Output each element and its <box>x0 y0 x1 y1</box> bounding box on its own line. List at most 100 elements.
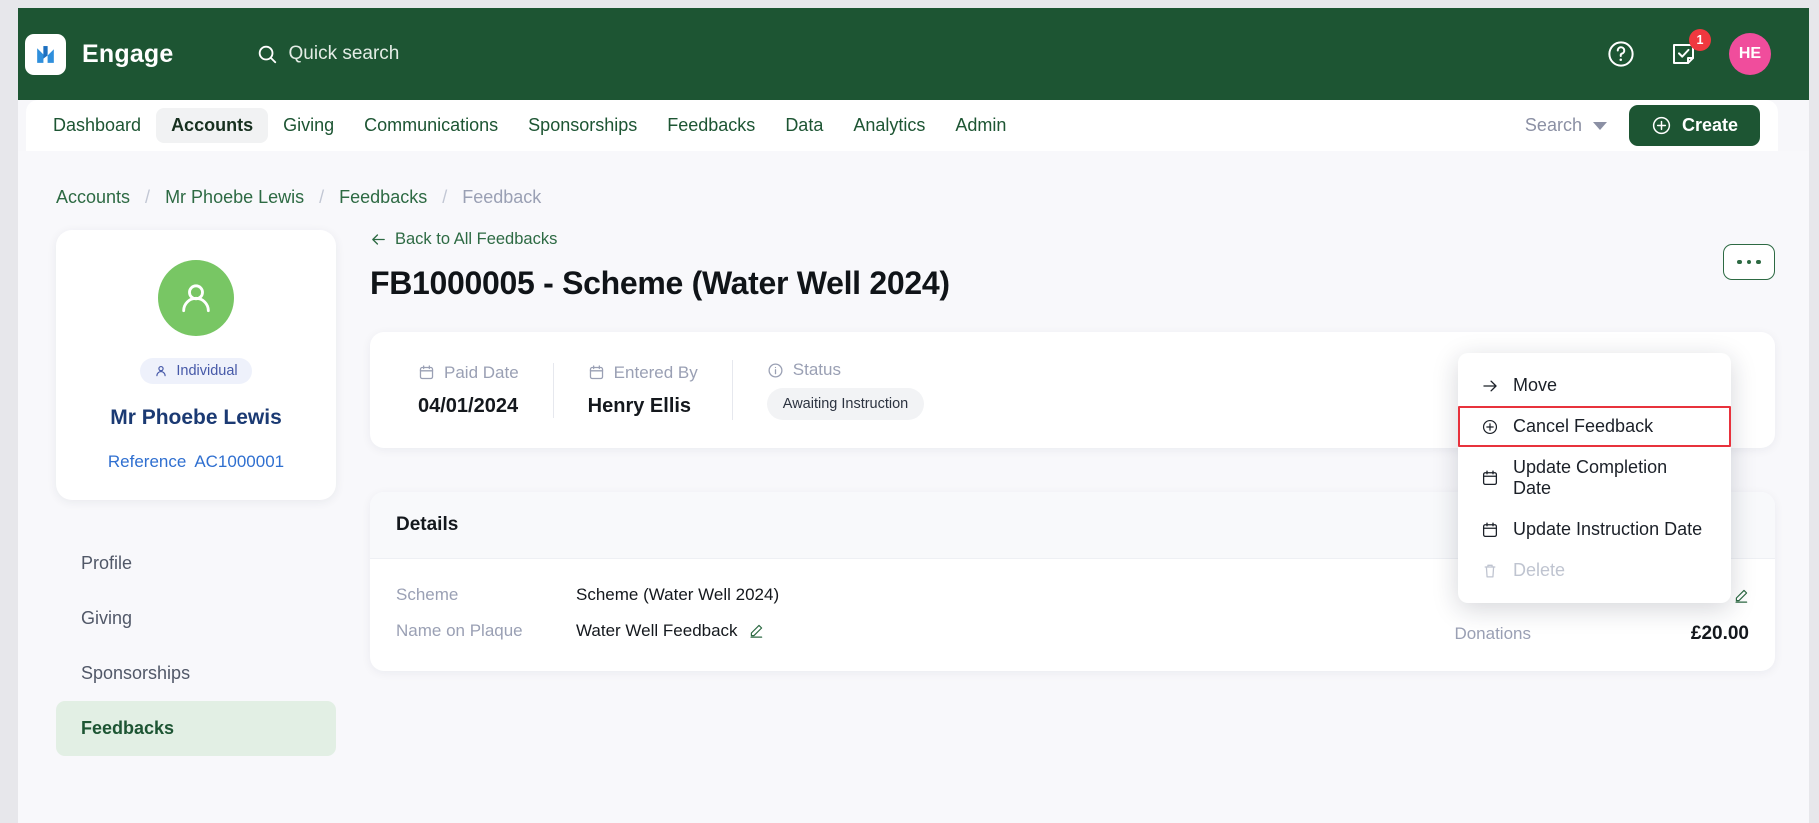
breadcrumb: Accounts / Mr Phoebe Lewis / Feedbacks /… <box>18 151 1809 208</box>
page-title: FB1000005 - Scheme (Water Well 2024) <box>370 265 950 301</box>
more-dot-icon <box>1756 259 1761 265</box>
nav-item-admin[interactable]: Admin <box>940 108 1021 143</box>
page-header-left: Back to All Feedbacks FB1000005 - Scheme… <box>370 230 950 302</box>
account-side-menu: Profile Giving Sponsorships Feedbacks <box>56 536 336 756</box>
arrow-left-icon <box>370 231 387 248</box>
pencil-edit-icon[interactable] <box>1733 588 1749 604</box>
nav-item-accounts[interactable]: Accounts <box>156 108 269 143</box>
reference-value: AC1000001 <box>194 452 285 471</box>
breadcrumb-item-accounts[interactable]: Accounts <box>56 187 130 208</box>
details-left-list: Scheme Scheme (Water Well 2024) Name on … <box>396 585 1073 661</box>
chevron-down-icon <box>1592 121 1607 130</box>
menu-item-delete: Delete <box>1458 550 1731 591</box>
scheme-value-text: Scheme (Water Well 2024) <box>576 585 780 604</box>
menu-item-cancel-feedback[interactable]: Cancel Feedback <box>1458 406 1731 447</box>
scheme-value: Scheme (Water Well 2024) <box>576 585 779 605</box>
info-block-entered-by: Entered By Henry Ellis <box>552 362 732 418</box>
quick-search-input[interactable]: Quick search <box>256 43 400 65</box>
search-dropdown-label: Search <box>1524 115 1582 135</box>
entered-by-label: Entered By <box>613 362 698 382</box>
menu-item-cancel-feedback-label: Cancel Feedback <box>1513 416 1654 436</box>
paid-date-label-row: Paid Date <box>418 363 519 383</box>
trash-icon <box>1480 561 1499 580</box>
plus-circle-icon <box>1651 115 1672 136</box>
menu-item-update-completion-date-label: Update Completion Date <box>1513 457 1668 498</box>
entered-by-value: Henry Ellis <box>587 394 692 417</box>
search-dropdown[interactable]: Search <box>1525 115 1607 136</box>
sidebar-item-feedbacks[interactable]: Feedbacks <box>56 701 336 756</box>
task-note-icon[interactable]: 1 <box>1666 29 1711 72</box>
reference-label: Reference <box>107 452 187 471</box>
quick-search-placeholder: Quick search <box>288 43 400 64</box>
more-dot-icon <box>1746 259 1752 265</box>
breadcrumb-item-person[interactable]: Mr Phoebe Lewis <box>165 187 304 208</box>
status-badge: Awaiting Instruction <box>766 388 925 420</box>
nav-item-communications[interactable]: Communications <box>349 108 513 143</box>
breadcrumb-separator: / <box>145 187 151 207</box>
more-options-menu: Move Cancel Feedback Update Completion D… <box>1458 353 1731 603</box>
sidebar-item-profile[interactable]: Profile <box>56 536 336 591</box>
create-button[interactable]: Create <box>1628 105 1760 146</box>
entered-by-label-row: Entered By <box>588 363 698 383</box>
person-icon <box>154 364 168 378</box>
person-name[interactable]: Mr Phoebe Lewis <box>76 406 316 430</box>
main-navbar: Dashboard Accounts Giving Communications… <box>26 100 1778 151</box>
menu-item-move[interactable]: Move <box>1458 365 1731 406</box>
name-on-plaque-value: Water Well Feedback <box>576 621 764 641</box>
sidebar-item-sponsorships[interactable]: Sponsorships <box>56 646 336 701</box>
donations-key: Donations <box>1454 624 1531 643</box>
left-sidebar: Individual Mr Phoebe Lewis Reference AC10… <box>56 230 336 756</box>
app-viewport: Engage Quick search 1 HE Dashboard Accou… <box>0 0 1819 823</box>
info-block-paid-date: Paid Date 04/01/2024 <box>418 363 553 418</box>
plus-circle-icon <box>1480 417 1499 436</box>
paid-date-label: Paid Date <box>444 362 519 382</box>
donations-value: £20.00 <box>1641 623 1749 645</box>
calendar-icon <box>1480 469 1499 488</box>
name-on-plaque-value-text: Water Well Feedback <box>576 621 738 640</box>
arrow-right-icon <box>1480 376 1499 395</box>
window-edge-top <box>0 0 1819 8</box>
user-avatar[interactable]: HE <box>1729 33 1771 75</box>
brand-title: Engage <box>82 39 174 68</box>
window-edge-right <box>1809 0 1819 823</box>
back-to-all-feedbacks-link[interactable]: Back to All Feedbacks <box>370 230 557 249</box>
info-block-status: Status Awaiting Instruction <box>731 360 958 420</box>
calendar-icon <box>588 364 605 381</box>
nav-item-analytics[interactable]: Analytics <box>838 108 940 143</box>
paid-date-value: 04/01/2024 <box>418 394 519 417</box>
search-icon <box>256 43 278 65</box>
app-header: Engage Quick search 1 HE <box>18 8 1809 100</box>
menu-item-update-instruction-date-label: Update Instruction Date <box>1513 519 1703 539</box>
details-row-name-on-plaque: Name on Plaque Water Well Feedback <box>396 621 1073 641</box>
help-circle-icon[interactable] <box>1603 36 1639 72</box>
back-link-label: Back to All Feedbacks <box>395 230 558 248</box>
more-dot-icon <box>1737 259 1742 265</box>
nav-item-giving[interactable]: Giving <box>268 108 349 143</box>
status-label-row: Status <box>767 360 924 380</box>
more-options-button[interactable] <box>1723 244 1775 280</box>
person-reference[interactable]: Reference AC1000001 <box>76 452 316 472</box>
sidebar-item-giving[interactable]: Giving <box>56 591 336 646</box>
status-label: Status <box>792 360 841 379</box>
nav-item-data[interactable]: Data <box>770 108 838 143</box>
nav-item-sponsorships[interactable]: Sponsorships <box>513 108 652 143</box>
page-header-row: Back to All Feedbacks FB1000005 - Scheme… <box>370 230 1775 302</box>
breadcrumb-separator: / <box>319 187 325 207</box>
window-edge-left <box>0 0 18 823</box>
info-circle-icon <box>767 362 784 379</box>
breadcrumb-item-current: Feedback <box>462 187 542 207</box>
menu-item-update-instruction-date[interactable]: Update Instruction Date <box>1458 509 1731 550</box>
engage-logo-icon[interactable] <box>25 33 66 75</box>
menu-item-update-completion-date[interactable]: Update Completion Date <box>1458 447 1731 509</box>
account-type-chip: Individual <box>140 358 252 384</box>
calendar-icon <box>418 364 435 381</box>
name-on-plaque-key: Name on Plaque <box>396 621 523 640</box>
pencil-edit-icon[interactable] <box>748 623 764 639</box>
details-row-scheme: Scheme Scheme (Water Well 2024) <box>396 585 1073 605</box>
create-button-label: Create <box>1681 115 1738 135</box>
breadcrumb-item-feedbacks[interactable]: Feedbacks <box>339 187 427 208</box>
menu-item-move-label: Move <box>1513 375 1558 395</box>
nav-item-feedbacks[interactable]: Feedbacks <box>652 108 770 143</box>
menu-item-delete-label: Delete <box>1513 560 1566 580</box>
nav-item-dashboard[interactable]: Dashboard <box>38 108 156 143</box>
